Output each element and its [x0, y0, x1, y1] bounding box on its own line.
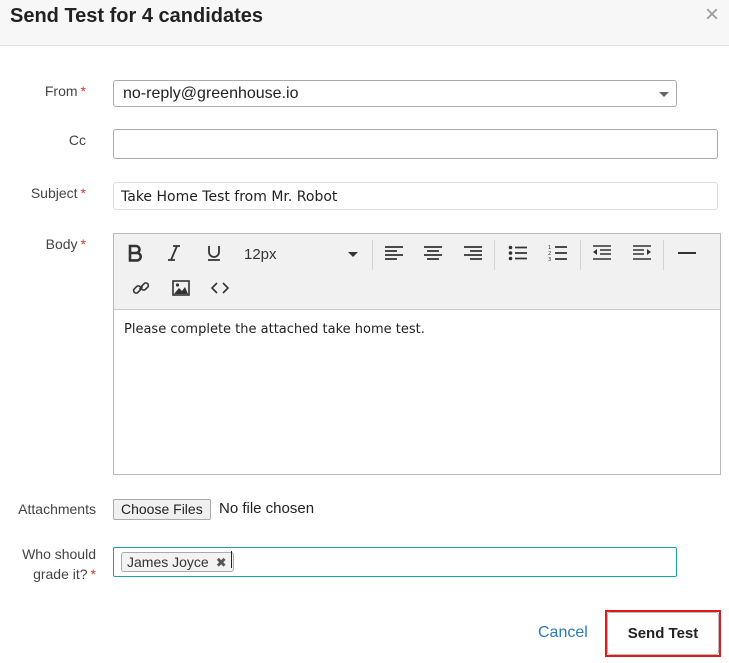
close-icon[interactable]: × — [705, 3, 719, 27]
font-size-value: 12px — [244, 246, 277, 263]
cc-input[interactable] — [113, 129, 718, 159]
align-left-icon[interactable] — [382, 241, 406, 265]
outdent-icon[interactable] — [590, 241, 614, 265]
file-status: No file chosen — [219, 500, 315, 517]
toolbar-divider — [372, 240, 373, 270]
toolbar-divider — [580, 240, 581, 270]
chevron-down-icon — [348, 252, 358, 257]
dialog-header: Send Test for 4 candidates × — [0, 0, 729, 46]
underline-icon[interactable] — [202, 241, 226, 265]
dialog-title: Send Test for 4 candidates — [10, 5, 264, 27]
align-center-icon[interactable] — [421, 241, 445, 265]
grader-tag: James Joyce ✖ — [121, 552, 234, 572]
indent-icon[interactable] — [630, 241, 654, 265]
horizontal-rule-icon[interactable] — [675, 241, 699, 265]
bullet-list-icon[interactable] — [506, 241, 530, 265]
toolbar-divider — [494, 240, 495, 270]
subject-input[interactable]: Take Home Test from Mr. Robot — [113, 182, 718, 210]
from-value: no-reply@greenhouse.io — [123, 85, 299, 102]
toolbar-divider — [663, 240, 664, 270]
bold-icon[interactable] — [123, 241, 147, 265]
font-size-select[interactable]: 12px — [244, 244, 364, 266]
send-test-button[interactable]: Send Test — [607, 612, 719, 655]
svg-text:3: 3 — [548, 257, 551, 262]
text-cursor — [231, 551, 232, 568]
attachments-label: Attachments — [18, 501, 96, 517]
remove-icon[interactable]: ✖ — [216, 553, 227, 572]
body-content: Please complete the attached take home t… — [124, 322, 425, 337]
cancel-button[interactable]: Cancel — [538, 624, 588, 642]
italic-icon[interactable] — [162, 241, 186, 265]
numbered-list-icon[interactable]: 123 — [546, 241, 570, 265]
from-label: From * — [44, 83, 86, 99]
chevron-down-icon — [659, 92, 669, 97]
subject-label: Subject * — [30, 185, 86, 201]
cc-label: Cc — [68, 132, 86, 148]
from-select[interactable]: no-reply@greenhouse.io — [113, 80, 677, 107]
image-icon[interactable] — [169, 276, 193, 300]
grader-label: Who should grade it? * — [22, 546, 96, 582]
grader-tag-label: James Joyce — [127, 554, 209, 570]
body-editor[interactable]: 12px 123 Please complete the attached ta… — [113, 233, 721, 475]
body-label: Body * — [45, 236, 86, 252]
grader-input[interactable]: James Joyce ✖ — [113, 547, 677, 577]
editor-toolbar: 12px 123 — [114, 234, 720, 310]
link-icon[interactable] — [129, 276, 153, 300]
align-right-icon[interactable] — [461, 241, 485, 265]
code-icon[interactable] — [208, 276, 232, 300]
choose-files-button[interactable]: Choose Files — [113, 499, 211, 520]
